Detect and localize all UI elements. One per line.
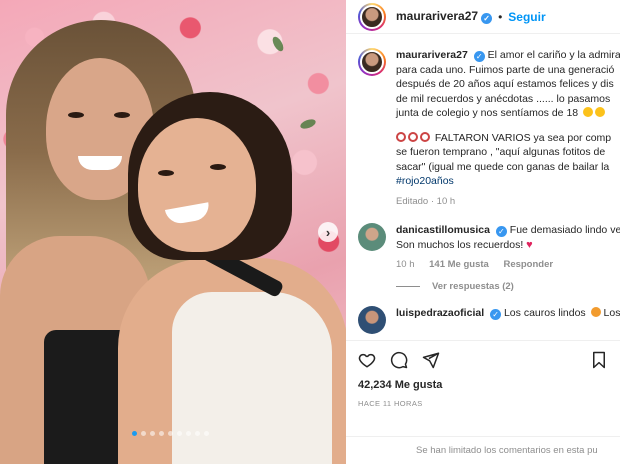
share-send-icon[interactable] bbox=[422, 351, 440, 369]
post-caption: maurarivera27 ✓ El amor el cariño y la a… bbox=[346, 34, 620, 209]
verified-icon: ✓ bbox=[473, 51, 485, 62]
comment-item: danicastillomusica ✓ Fue demasiado lindo… bbox=[346, 223, 620, 273]
eye bbox=[158, 170, 174, 176]
caption-line: FALTARON VARIOS ya sea por comp bbox=[434, 131, 612, 144]
eye bbox=[210, 164, 226, 170]
verified-icon: ✓ bbox=[490, 308, 502, 320]
follow-button[interactable]: Seguir bbox=[508, 10, 545, 24]
comment-text: Fue demasiado lindo ve bbox=[509, 224, 620, 236]
carousel-dot[interactable] bbox=[141, 431, 146, 436]
eye bbox=[68, 112, 84, 118]
carousel-dot[interactable] bbox=[132, 431, 137, 436]
caption-line: para cada uno. Fuimos parte de una gener… bbox=[396, 63, 615, 76]
eye-emoji-icon bbox=[420, 131, 430, 142]
carousel-next-button[interactable]: › bbox=[318, 222, 338, 242]
carousel-dot[interactable] bbox=[195, 431, 200, 436]
carousel-dot[interactable] bbox=[168, 431, 173, 436]
comments-limited-notice: Se han limitado los comentarios en esta … bbox=[346, 436, 620, 464]
carousel-dot[interactable] bbox=[159, 431, 164, 436]
comment-text: Los cauros lindos bbox=[503, 306, 586, 319]
leaf-decoration bbox=[270, 35, 286, 53]
caption-meta: Editado · 10 h bbox=[396, 195, 456, 207]
grinning-emoji-icon bbox=[583, 107, 594, 117]
like-heart-icon[interactable] bbox=[358, 351, 376, 369]
comment-username[interactable]: luispedrazaoficial bbox=[396, 307, 484, 319]
caption-line: junta de colegio y nos sentíamos de 18 bbox=[396, 107, 579, 119]
likes-count[interactable]: 42,234 Me gusta bbox=[358, 379, 608, 391]
carousel-dot[interactable] bbox=[177, 431, 182, 436]
caption-line: se fueron temprano , "aquí algunas fotit… bbox=[396, 146, 606, 158]
post-side-panel: maurarivera27 ✓ • Seguir maurarivera27 ✓ … bbox=[346, 0, 620, 464]
caption-username[interactable]: maurarivera27 bbox=[396, 49, 468, 61]
comment-time: 10 h bbox=[396, 259, 415, 270]
eye bbox=[114, 112, 130, 118]
carousel-dot[interactable] bbox=[150, 431, 155, 436]
red-heart-emoji-icon: ♥ bbox=[526, 238, 533, 251]
comment-item: luispedrazaoficial ✓ Los cauros lindos L… bbox=[346, 305, 620, 334]
comment-likes[interactable]: 141 Me gusta bbox=[429, 259, 489, 270]
post-actions: 42,234 Me gusta HACE 11 HORAS bbox=[346, 340, 620, 408]
leaf-decoration bbox=[299, 117, 317, 131]
avatar[interactable] bbox=[358, 223, 386, 251]
avatar[interactable] bbox=[358, 305, 386, 334]
caption-avatar[interactable] bbox=[358, 48, 386, 76]
view-replies-label: Ver respuestas (2) bbox=[432, 280, 514, 292]
eye-emoji-icon bbox=[408, 131, 418, 142]
avatar[interactable] bbox=[358, 2, 386, 31]
comment-username[interactable]: danicastillomusica bbox=[396, 224, 490, 236]
heart-eyes-emoji-icon bbox=[590, 306, 601, 317]
comment-reply-button[interactable]: Responder bbox=[503, 259, 553, 270]
comment-bubble-icon[interactable] bbox=[390, 351, 408, 369]
caption-line: El amor el cariño y la admira bbox=[487, 49, 620, 61]
comment-text-tail: Los bbox=[603, 306, 620, 319]
carousel-dot[interactable] bbox=[204, 431, 209, 436]
post-header: maurarivera27 ✓ • Seguir bbox=[346, 0, 620, 34]
eye-emoji-icon bbox=[396, 131, 406, 142]
smile bbox=[164, 202, 212, 226]
caption-line: sacar" (igual me quede con ganas de bail… bbox=[396, 160, 610, 173]
caption-line: después de 20 años aquí estamos felices … bbox=[396, 78, 614, 90]
comments-list[interactable]: maurarivera27 ✓ El amor el cariño y la a… bbox=[346, 34, 620, 340]
smile bbox=[78, 156, 122, 170]
view-replies-button[interactable]: Ver respuestas (2) bbox=[396, 281, 620, 292]
replies-line bbox=[396, 285, 420, 287]
comment-text: Son muchos los recuerdos! bbox=[396, 238, 524, 251]
right-person-face bbox=[138, 118, 256, 252]
caption-hashtag[interactable]: #rojo20años bbox=[396, 174, 620, 189]
carousel-dots bbox=[132, 431, 209, 436]
right-person-top bbox=[172, 292, 332, 464]
header-separator: • bbox=[498, 9, 503, 24]
header-username[interactable]: maurarivera27 ✓ bbox=[396, 9, 493, 24]
bookmark-icon[interactable] bbox=[590, 351, 608, 369]
verified-icon: ✓ bbox=[495, 226, 507, 237]
caption-line: de mil recuerdos y anécdotas ...... lo p… bbox=[396, 92, 611, 105]
chevron-right-icon: › bbox=[325, 224, 331, 240]
post-time-ago: HACE 11 HORAS bbox=[358, 399, 423, 408]
laughing-emoji-icon bbox=[595, 107, 606, 117]
post-photo[interactable]: › bbox=[0, 0, 346, 464]
carousel-dot[interactable] bbox=[186, 431, 191, 436]
verified-icon: ✓ bbox=[481, 13, 493, 24]
